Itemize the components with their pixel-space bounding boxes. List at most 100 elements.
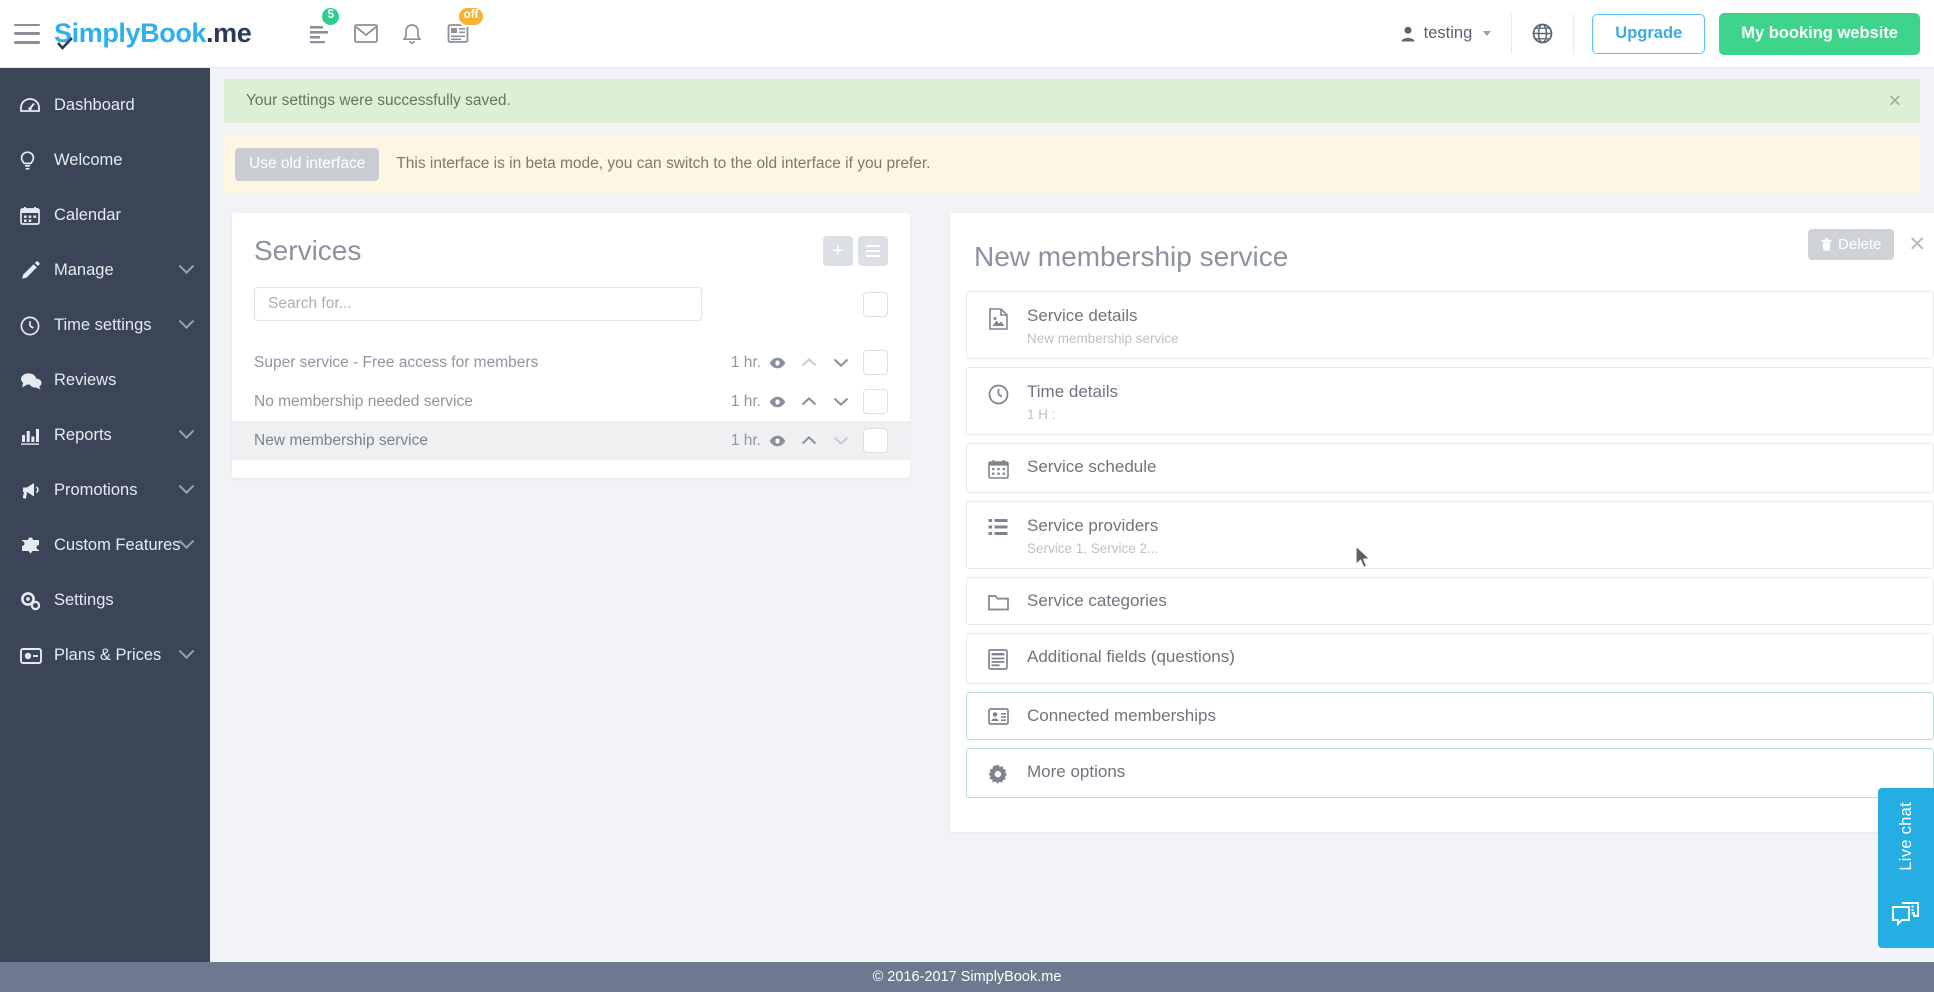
row-checkbox[interactable] [863, 350, 888, 375]
section-label: More options [1027, 762, 1126, 781]
service-duration: 1 hr. [730, 431, 761, 449]
sidebar: Dashboard Welcome Calendar Manage Time s… [0, 68, 210, 962]
list-icon [866, 245, 880, 257]
clock-icon [20, 316, 46, 336]
section-body: Service categories [1027, 591, 1167, 611]
bar-chart-icon [20, 427, 46, 445]
move-down-icon[interactable] [825, 396, 857, 407]
move-up-icon[interactable] [793, 396, 825, 407]
section-service-categories[interactable]: Service categories [966, 577, 1934, 625]
section-body: Service details New membership service [1027, 306, 1179, 346]
services-header: Services + [232, 235, 910, 267]
move-up-icon[interactable] [793, 435, 825, 446]
eye-icon[interactable] [761, 435, 793, 447]
section-additional-fields[interactable]: Additional fields (questions) [966, 633, 1934, 684]
sidebar-item-label: Time settings [54, 316, 152, 334]
move-down-icon[interactable] [825, 435, 857, 446]
sidebar-item-calendar[interactable]: Calendar [0, 188, 210, 243]
table-row[interactable]: Super service - Free access for members … [232, 343, 910, 382]
globe-icon[interactable] [1512, 13, 1575, 54]
detail-header: New membership service Delete ✕ [950, 229, 1934, 291]
sidebar-item-plans-prices[interactable]: Plans & Prices [0, 628, 210, 683]
mail-icon[interactable] [343, 0, 389, 68]
hamburger-icon[interactable] [14, 23, 40, 44]
beta-alert-text: This interface is in beta mode, you can … [396, 155, 931, 172]
sidebar-item-manage[interactable]: Manage [0, 243, 210, 298]
add-service-button[interactable]: + [823, 236, 853, 266]
section-body: Time details 1 H : [1027, 382, 1118, 422]
section-service-schedule[interactable]: Service schedule [966, 443, 1934, 493]
service-sections: Service details New membership service T… [950, 291, 1934, 798]
chevron-down-icon [1483, 31, 1492, 36]
eye-icon[interactable] [761, 357, 793, 369]
form-icon [985, 647, 1011, 670]
row-checkbox[interactable] [863, 389, 888, 414]
bell-icon[interactable] [389, 0, 435, 68]
sidebar-item-welcome[interactable]: Welcome [0, 133, 210, 188]
upgrade-button[interactable]: Upgrade [1592, 13, 1706, 54]
gear-icon [985, 762, 1011, 784]
row-checkbox[interactable] [863, 428, 888, 453]
move-up-icon[interactable] [793, 357, 825, 368]
use-old-interface-button[interactable]: Use old interface [235, 147, 380, 181]
pencil-icon [20, 260, 46, 281]
sidebar-item-time-settings[interactable]: Time settings [0, 298, 210, 353]
service-detail-panel: New membership service Delete ✕ Service … [950, 213, 1934, 832]
section-body: Service providers Service 1, Service 2..… [1027, 516, 1158, 556]
close-icon[interactable]: ✕ [1888, 93, 1902, 110]
sidebar-item-custom-features[interactable]: Custom Features [0, 518, 210, 573]
section-label: Service providers [1027, 516, 1159, 535]
sidebar-item-label: Promotions [54, 481, 138, 499]
section-service-details[interactable]: Service details New membership service [966, 291, 1934, 359]
sidebar-item-reviews[interactable]: Reviews [0, 353, 210, 408]
my-booking-website-button[interactable]: My booking website [1719, 12, 1920, 55]
top-bar: S implyBook .me 5 off testing Upgrade My… [0, 0, 1934, 68]
service-name: New membership service [254, 431, 428, 449]
lightbulb-icon [20, 150, 46, 171]
search-input[interactable] [254, 287, 702, 321]
live-chat-button[interactable]: Live chat [1878, 788, 1934, 948]
chevron-down-icon [178, 258, 195, 275]
news-icon[interactable]: off [435, 0, 486, 68]
brand-suffix: .me [206, 18, 252, 48]
section-more-options[interactable]: More options [966, 748, 1934, 798]
eye-icon[interactable] [761, 396, 793, 408]
delete-label: Delete [1838, 236, 1882, 253]
sidebar-item-dashboard[interactable]: Dashboard [0, 78, 210, 133]
delete-button[interactable]: Delete [1808, 229, 1895, 260]
calendar-icon [20, 206, 46, 225]
detail-header-actions: Delete ✕ [1808, 229, 1926, 260]
services-menu-button[interactable] [858, 236, 888, 266]
services-list: Super service - Free access for members … [232, 343, 910, 460]
user-menu[interactable]: testing [1381, 13, 1513, 54]
brand-middle: implyBook [71, 18, 207, 48]
section-sub: New membership service [1027, 331, 1179, 346]
footer: © 2016-2017 SimplyBook.me [0, 962, 1934, 992]
tasks-icon[interactable]: 5 [297, 0, 343, 68]
section-time-details[interactable]: Time details 1 H : [966, 367, 1934, 435]
footer-text: © 2016-2017 SimplyBook.me [872, 969, 1062, 985]
section-label: Connected memberships [1027, 706, 1216, 725]
service-name: No membership needed service [254, 392, 473, 410]
select-all-checkbox[interactable] [863, 291, 888, 317]
credit-card-icon [20, 647, 46, 664]
table-row[interactable]: New membership service 1 hr. [232, 421, 910, 460]
page-title: New membership service [974, 241, 1289, 272]
table-row[interactable]: No membership needed service 1 hr. [232, 382, 910, 421]
chat-bubble-icon [1891, 901, 1921, 934]
live-chat-label: Live chat [1896, 802, 1915, 871]
services-search-row [232, 287, 910, 321]
sidebar-item-reports[interactable]: Reports [0, 408, 210, 463]
brand-logo[interactable]: S implyBook .me [54, 18, 252, 50]
user-icon [1401, 26, 1415, 41]
section-label: Service schedule [1027, 457, 1157, 476]
sidebar-item-settings[interactable]: Settings [0, 573, 210, 628]
section-connected-memberships[interactable]: Connected memberships [966, 692, 1934, 740]
section-service-providers[interactable]: Service providers Service 1, Service 2..… [966, 501, 1934, 569]
service-duration: 1 hr. [730, 353, 761, 371]
move-down-icon[interactable] [825, 357, 857, 368]
section-sub: 1 H : [1027, 407, 1056, 422]
sidebar-item-promotions[interactable]: Promotions [0, 463, 210, 518]
sidebar-item-label: Manage [54, 261, 114, 279]
close-icon[interactable]: ✕ [1908, 234, 1926, 255]
